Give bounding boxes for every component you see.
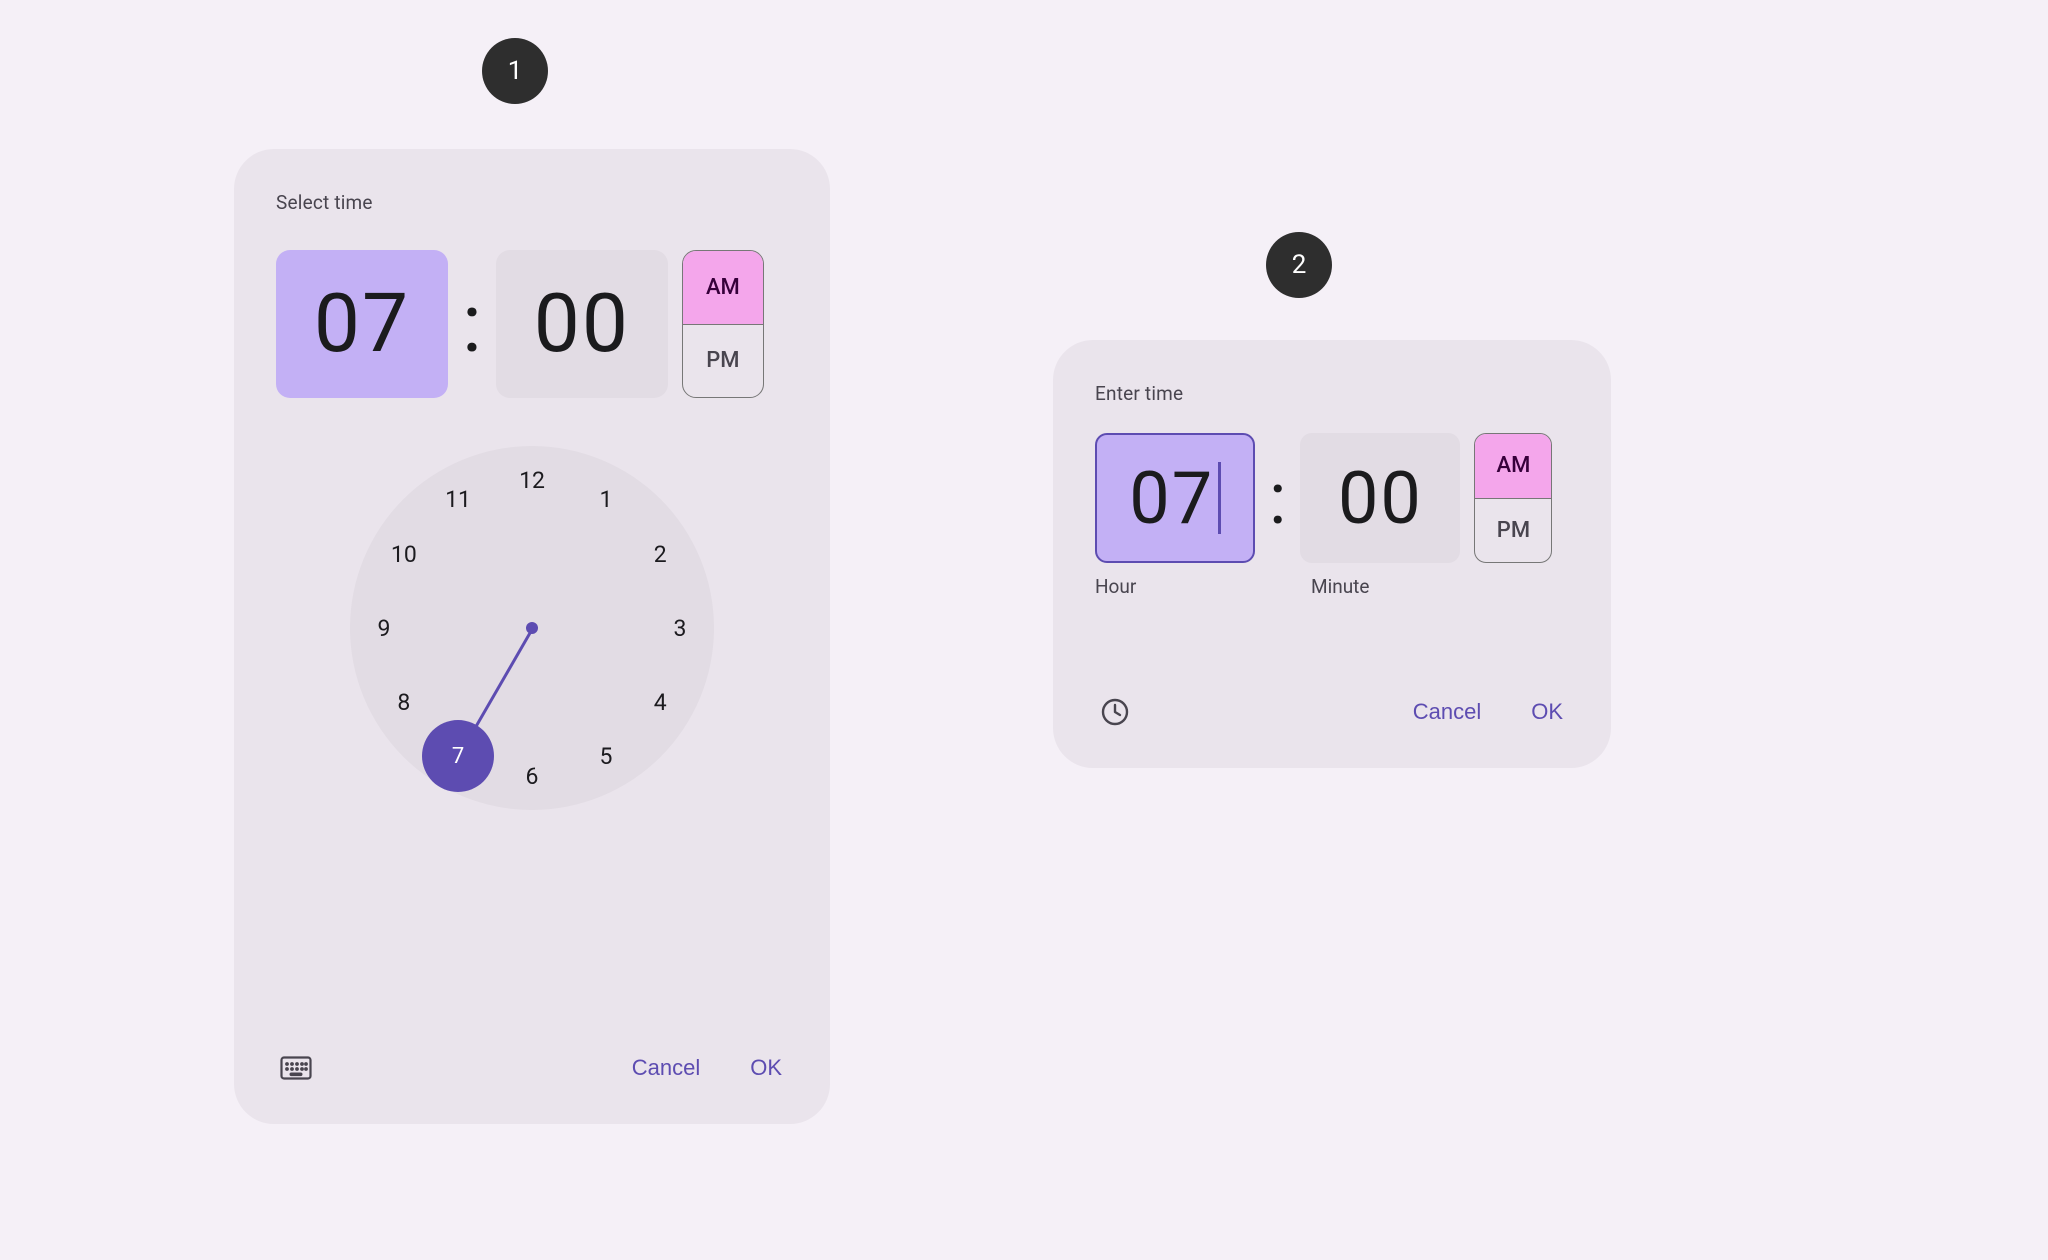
clock-selection-knob[interactable]: 7 <box>422 720 494 792</box>
dialog-actions: Cancel OK <box>276 1048 788 1088</box>
minute-value: 00 <box>534 276 630 372</box>
ok-label: OK <box>750 1055 782 1080</box>
am-option[interactable]: AM <box>1475 434 1551 498</box>
dialog-title: Enter time <box>1095 382 1569 405</box>
minute-input[interactable]: 00 <box>1300 433 1460 563</box>
time-picker-dial-dialog: Select time 07 : 00 AM PM 12 12 3 456 8 9 1011… <box>234 149 830 1124</box>
hour-input[interactable]: 07 <box>1095 433 1255 563</box>
annotation-badge-1-label: 1 <box>508 56 523 86</box>
cancel-button[interactable]: Cancel <box>1407 693 1487 731</box>
minute-display[interactable]: 00 <box>496 250 668 398</box>
clock-hour-10[interactable]: 10 <box>382 532 426 576</box>
annotation-badge-2: 2 <box>1266 232 1332 298</box>
clock-hour-8[interactable]: 8 <box>382 680 426 724</box>
cancel-label: Cancel <box>632 1055 700 1080</box>
time-input-row: 07 : 00 AM PM <box>1095 433 1569 563</box>
minute-input-value: 00 <box>1338 456 1423 541</box>
clock-center-dot <box>526 622 538 634</box>
pm-option[interactable]: PM <box>683 324 763 398</box>
clock-hour-3[interactable]: 3 <box>658 606 702 650</box>
keyboard-icon <box>280 1056 312 1080</box>
cancel-label: Cancel <box>1413 699 1481 724</box>
clock-hour-2[interactable]: 2 <box>638 532 682 576</box>
time-picker-input-dialog: Enter time 07 : 00 AM PM Hour Minute <box>1053 340 1611 768</box>
clock-hour-12[interactable]: 12 <box>510 458 554 502</box>
ok-label: OK <box>1531 699 1563 724</box>
ampm-toggle: AM PM <box>682 250 764 398</box>
clock-hour-9[interactable]: 9 <box>362 606 406 650</box>
minute-sublabel: Minute <box>1311 575 1369 598</box>
annotation-badge-2-label: 2 <box>1292 250 1307 280</box>
am-label: AM <box>706 275 740 300</box>
pm-label: PM <box>706 348 739 373</box>
hour-input-value: 07 <box>1129 456 1214 541</box>
text-cursor <box>1218 462 1221 534</box>
ok-button[interactable]: OK <box>1525 693 1569 731</box>
input-sublabels: Hour Minute <box>1095 575 1569 598</box>
ok-button[interactable]: OK <box>744 1049 788 1087</box>
clock-hour-6[interactable]: 6 <box>510 754 554 798</box>
keyboard-icon-button[interactable] <box>276 1048 316 1088</box>
pm-label: PM <box>1497 518 1530 543</box>
dialog-actions: Cancel OK <box>1095 692 1569 732</box>
clock-wrap: 12 12 3 456 8 9 1011 7 <box>276 446 788 810</box>
dialog-title: Select time <box>276 191 788 214</box>
clock-dial[interactable]: 12 12 3 456 8 9 1011 7 <box>350 446 714 810</box>
time-colon: : <box>1269 456 1286 541</box>
am-label: AM <box>1497 453 1531 478</box>
time-colon: : <box>462 276 482 372</box>
annotation-badge-1: 1 <box>482 38 548 104</box>
clock-hour-5[interactable]: 5 <box>584 734 628 778</box>
am-option[interactable]: AM <box>683 251 763 324</box>
clock-hour-1[interactable]: 1 <box>584 478 628 522</box>
hour-sublabel: Hour <box>1095 575 1269 598</box>
hour-value: 07 <box>314 276 410 372</box>
time-display-row: 07 : 00 AM PM <box>276 250 788 398</box>
clock-hour-11[interactable]: 11 <box>436 478 480 522</box>
pm-option[interactable]: PM <box>1475 498 1551 563</box>
clock-icon <box>1100 697 1130 727</box>
ampm-toggle: AM PM <box>1474 433 1552 563</box>
clock-icon-button[interactable] <box>1095 692 1135 732</box>
cancel-button[interactable]: Cancel <box>626 1049 706 1087</box>
hour-display[interactable]: 07 <box>276 250 448 398</box>
clock-hour-4[interactable]: 4 <box>638 680 682 724</box>
